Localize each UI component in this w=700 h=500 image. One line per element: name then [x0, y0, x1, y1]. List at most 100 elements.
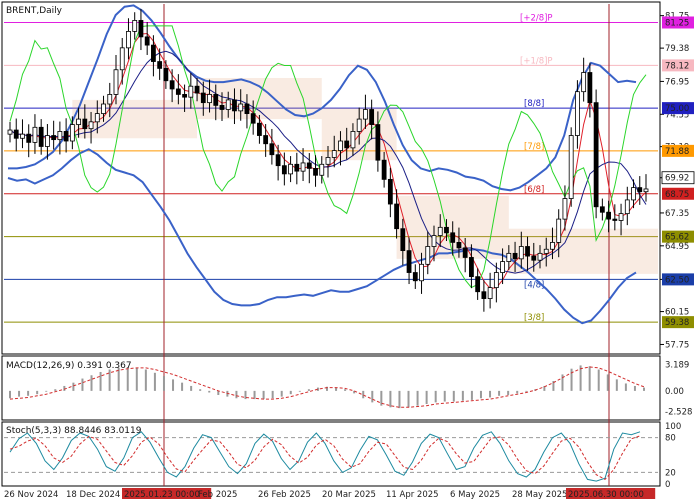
- price-axis-tick-label: 64.95: [665, 242, 689, 252]
- macd-layer: [9, 365, 645, 409]
- candle-body: [281, 165, 287, 175]
- candle-body: [518, 246, 524, 260]
- candle-body: [344, 140, 350, 149]
- candle-body: [425, 246, 431, 265]
- candle-body: [450, 232, 456, 243]
- candle-body: [188, 85, 194, 98]
- x-axis-tick-label: Feb 2025: [198, 490, 237, 500]
- candle-body: [331, 150, 337, 158]
- candle-body: [182, 94, 187, 98]
- price-scale-badge-label: 71.88: [665, 147, 689, 157]
- stochastic-layer: [4, 431, 658, 482]
- candle-body: [606, 211, 611, 220]
- candle-body: [599, 206, 605, 213]
- x-axis-tick-label: 2025.06.30 00:00: [568, 490, 644, 500]
- stoch-axis-tick-label: 20: [665, 468, 676, 478]
- candle-body: [269, 143, 275, 156]
- candle-body: [568, 135, 574, 199]
- candle-body: [144, 36, 150, 46]
- murrey-level-label: [8/8]: [524, 99, 544, 109]
- candle-body: [575, 91, 580, 136]
- candle-body: [175, 88, 181, 95]
- price-scale-badge-label: 62.50: [665, 275, 689, 285]
- candle-body: [412, 272, 418, 282]
- candle-body: [300, 162, 306, 172]
- macd-axis-tick-label: -2.528: [665, 408, 692, 418]
- candle-body: [387, 178, 393, 205]
- candle-body: [363, 109, 368, 120]
- candle-body: [94, 113, 100, 123]
- price-axis-tick-label: 60.15: [665, 308, 689, 318]
- candle-body: [250, 113, 256, 124]
- candle-body: [531, 255, 537, 261]
- price-axis-tick-label: 79.38: [665, 44, 689, 54]
- candle-body: [107, 94, 113, 105]
- candle-body: [213, 94, 219, 106]
- murrey-level-label: [+1/8]P: [520, 56, 553, 66]
- candle-body: [624, 199, 630, 215]
- price-scale-badge-label: 81.25: [665, 18, 689, 28]
- candle-body: [151, 44, 156, 62]
- candle-body: [169, 80, 175, 90]
- candle-body: [244, 103, 250, 115]
- candle-body: [493, 272, 499, 289]
- candle-body: [419, 263, 424, 282]
- x-axis-tick-label: 6 May 2025: [450, 490, 500, 500]
- chart-root: [+2/8]P [+1/8]P [8/8] [7/8] [6/8] [4/8] [3/8] …: [0, 0, 700, 500]
- candle-body: [543, 248, 549, 254]
- candle-body: [400, 228, 406, 252]
- x-axis-tick-label: 18 Dec 2024: [66, 490, 120, 500]
- candle-body: [38, 126, 44, 147]
- candle-body: [643, 188, 649, 193]
- candle-body: [394, 203, 399, 230]
- x-axis-tick-label: 2025.01.23 00:00: [124, 490, 200, 500]
- candle-body: [7, 129, 13, 135]
- macd-signal-line: [9, 366, 645, 408]
- candle-body: [138, 20, 144, 38]
- candle-body: [437, 226, 443, 236]
- stoch-title: Stoch(5,3,3) 88.8446 83.0119: [6, 426, 142, 436]
- x-axis-tick-label: 26 Feb 2025: [258, 490, 311, 500]
- chart-title: BRENT,Daily: [6, 6, 63, 16]
- candle-body: [132, 20, 138, 32]
- candle-body: [581, 72, 587, 93]
- candle-body: [32, 126, 38, 143]
- candle-body: [306, 162, 312, 169]
- stoch-axis-tick-label: 80: [665, 434, 676, 444]
- candle-body: [101, 103, 106, 115]
- x-axis-tick-label: 28 May 2025: [512, 490, 567, 500]
- candle-body: [550, 241, 555, 250]
- candle-body: [375, 124, 381, 161]
- candle-body: [456, 241, 462, 249]
- candle-body: [313, 168, 318, 176]
- candle-body: [381, 159, 387, 180]
- price-scale-badge-label: 59.38: [665, 318, 689, 328]
- candle-body: [63, 131, 69, 142]
- candle-body: [512, 252, 518, 260]
- candle-body: [506, 252, 512, 262]
- candle-body: [257, 122, 262, 136]
- candle-body: [225, 99, 231, 110]
- candle-body: [631, 187, 636, 201]
- candle-body: [232, 99, 237, 112]
- price-scale-badge-label: 78.12: [665, 61, 689, 71]
- stoch-k-line: [9, 431, 641, 482]
- candle-body: [163, 67, 169, 82]
- candle-body: [500, 261, 505, 273]
- murrey-level-label: [3/8]: [524, 313, 544, 323]
- candle-body: [126, 31, 131, 49]
- candle-body: [431, 235, 437, 247]
- candle-body: [487, 287, 493, 299]
- murrey-level-label: [+2/8]P: [520, 13, 553, 23]
- x-axis-tick-label: 20 Mar 2025: [322, 490, 376, 500]
- price-axis-tick-label: 57.75: [665, 340, 689, 350]
- candle-body: [82, 118, 88, 130]
- chart-canvas: [+2/8]P[+1/8]P[8/8][7/8][6/8][4/8][3/8] …: [1, 1, 695, 500]
- candle-body: [338, 140, 343, 151]
- candle-body: [481, 291, 487, 299]
- stoch-axis-tick-label: 100: [665, 422, 681, 432]
- candle-body: [113, 69, 119, 95]
- candle-body: [444, 226, 449, 234]
- candle-body: [618, 213, 624, 221]
- candle-body: [637, 187, 643, 193]
